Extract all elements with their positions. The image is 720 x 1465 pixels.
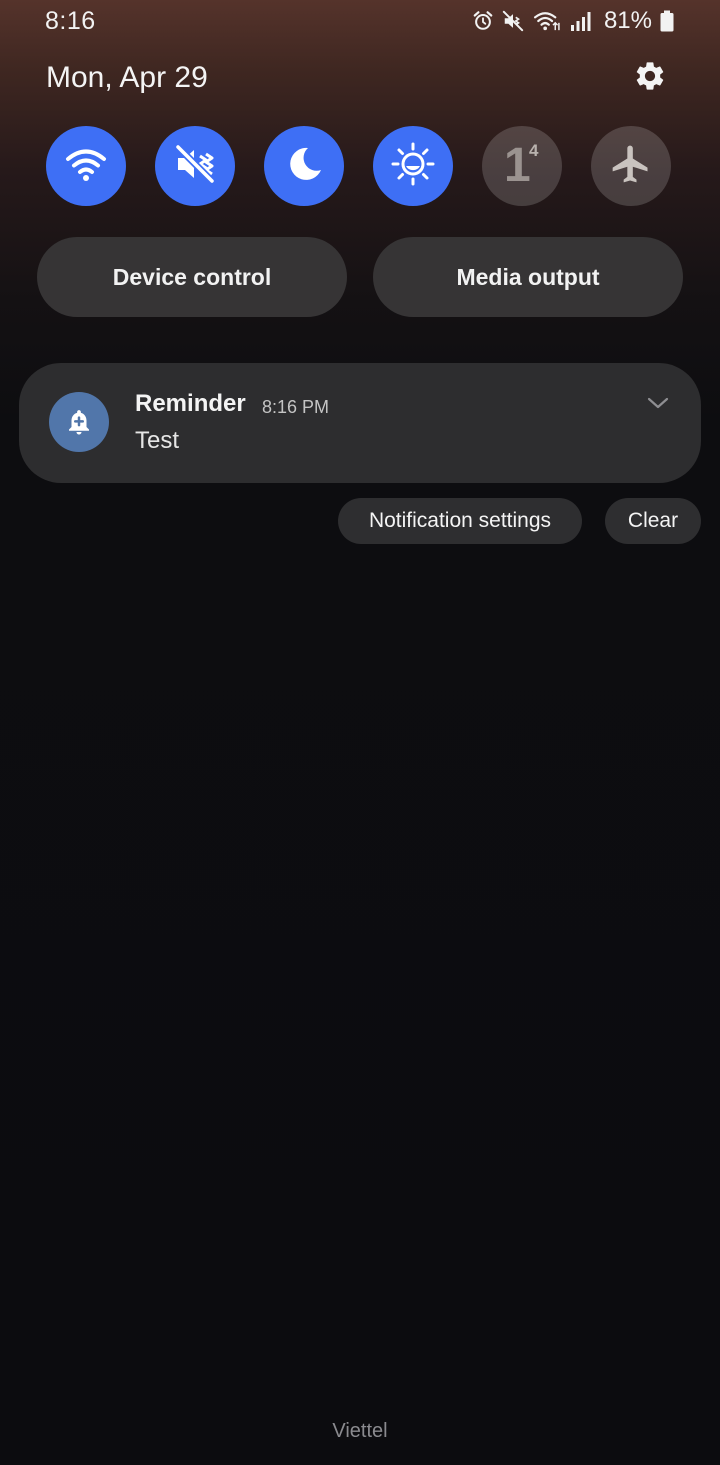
- mute-icon: [502, 10, 524, 32]
- chevron-down-icon: [647, 396, 669, 415]
- gear-icon: [633, 59, 667, 98]
- night-mode-toggle[interactable]: [264, 126, 344, 206]
- sound-mode-toggle[interactable]: [155, 126, 235, 206]
- sim-number: 1: [504, 139, 531, 192]
- battery-percent: 81%: [603, 7, 652, 34]
- sim-icon: 1 4: [502, 140, 542, 192]
- mute-icon: [173, 142, 217, 191]
- status-icons: 81%: [472, 6, 674, 36]
- sim-toggle[interactable]: 1 4: [482, 126, 562, 206]
- wifi-data-icon: [532, 10, 562, 32]
- device-control-button[interactable]: Device control: [37, 237, 347, 317]
- wifi-toggle[interactable]: [46, 126, 126, 206]
- expand-notification-button[interactable]: [644, 391, 672, 419]
- media-output-button[interactable]: Media output: [373, 237, 683, 317]
- clear-button[interactable]: Clear: [605, 498, 701, 544]
- notification-settings-button[interactable]: Notification settings: [338, 498, 582, 544]
- carrier-label: Viettel: [332, 1420, 388, 1442]
- battery-icon: [660, 10, 674, 32]
- alarm-icon: [472, 10, 494, 32]
- signal-icon: [570, 10, 592, 32]
- status-time: 8:16: [45, 7, 96, 35]
- notification-title: Reminder: [135, 390, 246, 417]
- sim-network-type: 4: [529, 141, 539, 160]
- date-label: Mon, Apr 29: [46, 61, 208, 94]
- eye-comfort-icon: [390, 141, 436, 192]
- eye-comfort-toggle[interactable]: [373, 126, 453, 206]
- notification-time: 8:16 PM: [262, 397, 330, 417]
- moon-icon: [282, 142, 326, 191]
- wifi-icon: [64, 144, 108, 189]
- reminder-notification[interactable]: Reminder 8:16 PM Test: [19, 363, 701, 483]
- airplane-mode-toggle[interactable]: [591, 126, 671, 206]
- settings-button[interactable]: [628, 56, 672, 100]
- airplane-icon: [609, 142, 653, 191]
- notification-body: Test: [135, 427, 180, 454]
- reminder-bell-icon: [49, 392, 109, 452]
